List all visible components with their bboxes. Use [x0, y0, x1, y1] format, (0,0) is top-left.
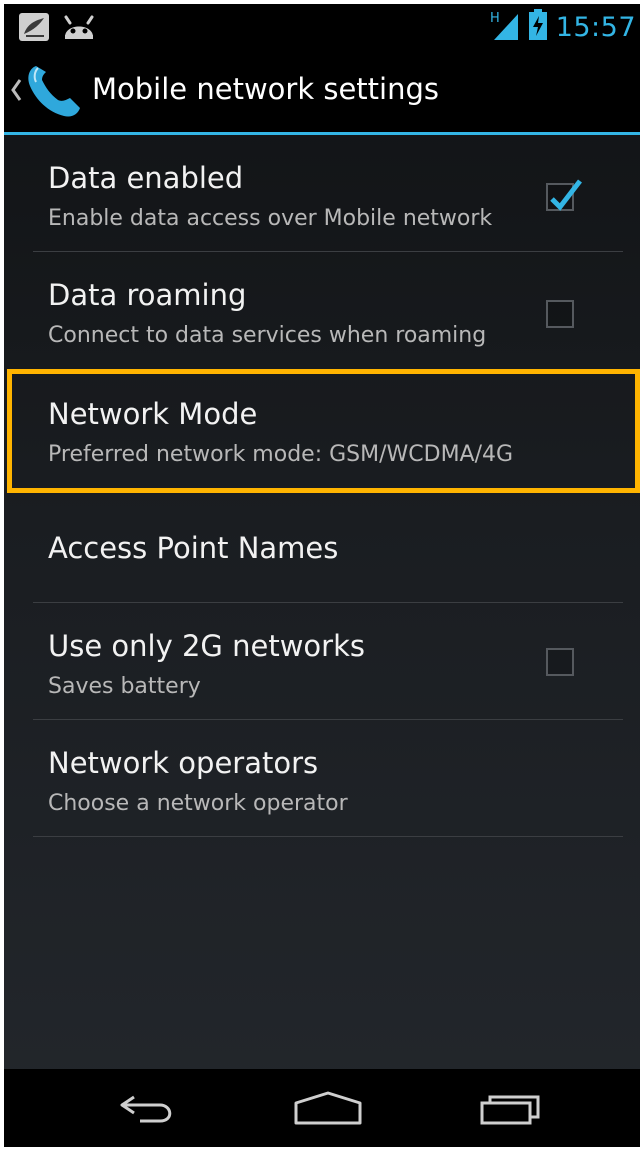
setting-data-roaming[interactable]: Data roaming Connect to data services wh… — [4, 252, 640, 369]
setting-access-point-names[interactable]: Access Point Names — [4, 489, 640, 603]
clock: 15:57 — [555, 11, 636, 43]
recent-apps-icon[interactable] — [478, 1091, 544, 1131]
setting-summary: Preferred network mode: GSM/WCDMA/4G — [48, 442, 514, 467]
setting-network-mode[interactable]: Network Mode Preferred network mode: GSM… — [4, 369, 640, 493]
back-icon[interactable] — [116, 1091, 180, 1131]
system-status-area: H 15:57 — [490, 8, 636, 46]
setting-title: Network operators — [48, 746, 319, 780]
setting-use-only-2g[interactable]: Use only 2G networks Saves battery — [4, 603, 640, 720]
notification-icon — [18, 12, 50, 46]
setting-title: Network Mode — [48, 397, 258, 431]
settings-list: Data enabled Enable data access over Mob… — [4, 135, 640, 837]
android-icon — [62, 13, 96, 45]
page-title: Mobile network settings — [92, 72, 439, 106]
setting-summary: Enable data access over Mobile network — [48, 206, 493, 231]
status-bar: H 15:57 — [4, 4, 640, 50]
phone-screen: H 15:57 Mobile network settings Data ena… — [4, 4, 640, 1147]
up-caret-icon[interactable] — [10, 78, 22, 106]
setting-title: Access Point Names — [48, 531, 339, 565]
network-type-label: H — [490, 11, 500, 26]
setting-summary: Choose a network operator — [48, 791, 348, 816]
phone-icon[interactable] — [24, 60, 84, 124]
highlight-frame — [7, 369, 640, 493]
navigation-bar — [4, 1069, 640, 1147]
setting-summary: Connect to data services when roaming — [48, 323, 487, 348]
checkmark-icon — [550, 179, 582, 211]
battery-charging-icon — [528, 9, 548, 45]
setting-title: Use only 2G networks — [48, 629, 365, 663]
setting-title: Data enabled — [48, 161, 244, 195]
notification-area — [18, 12, 96, 46]
signal-icon: H — [490, 8, 520, 46]
setting-title: Data roaming — [48, 278, 247, 312]
action-bar: Mobile network settings — [4, 50, 640, 135]
data-enabled-checkbox[interactable] — [546, 179, 582, 211]
setting-network-operators[interactable]: Network operators Choose a network opera… — [4, 720, 640, 837]
data-roaming-checkbox[interactable] — [546, 300, 574, 328]
divider — [33, 836, 623, 837]
setting-data-enabled[interactable]: Data enabled Enable data access over Mob… — [4, 135, 640, 252]
setting-summary: Saves battery — [48, 674, 201, 699]
home-icon[interactable] — [293, 1091, 363, 1131]
use-2g-checkbox[interactable] — [546, 648, 574, 676]
